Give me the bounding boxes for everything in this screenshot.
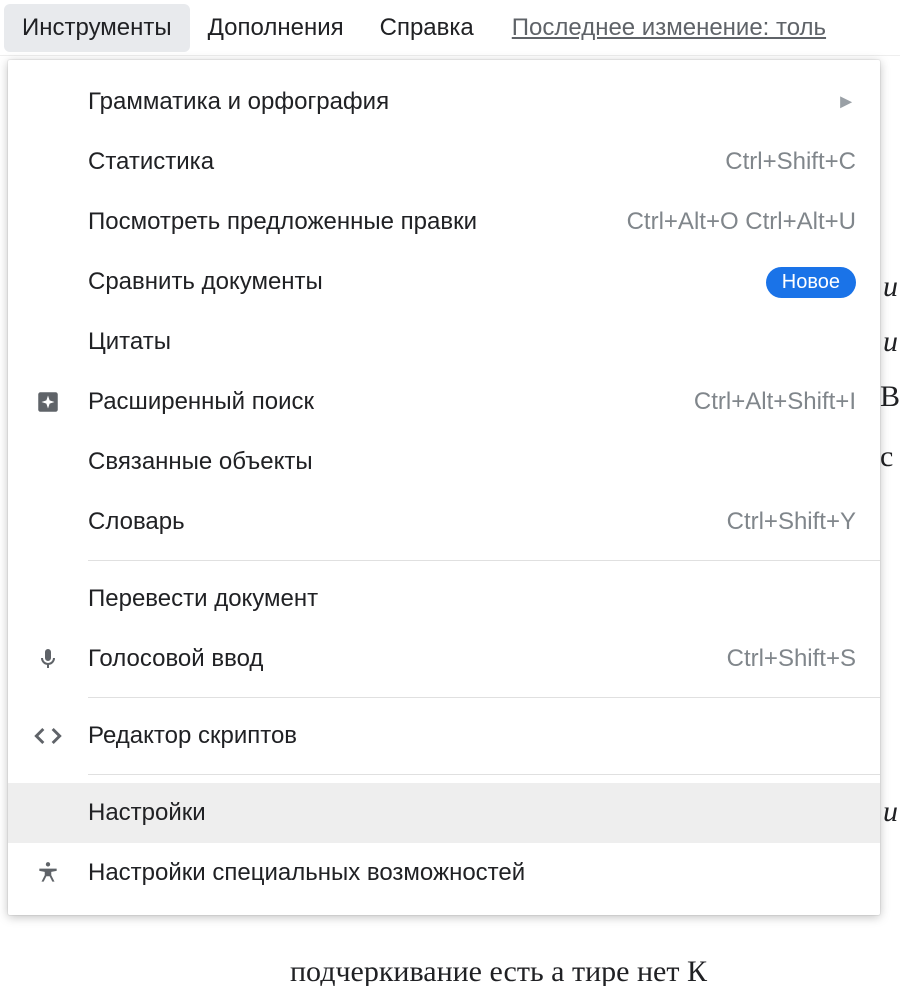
menubar: Инструменты Дополнения Справка Последнее… — [0, 0, 900, 56]
menu-translate[interactable]: Перевести документ — [8, 569, 880, 629]
menu-divider — [88, 774, 880, 775]
menu-label: Расширенный поиск — [88, 388, 314, 416]
tools-dropdown: Грамматика и орфография ► Статистика Ctr… — [8, 60, 880, 915]
shortcut: Ctrl+Shift+Y — [727, 508, 856, 536]
menu-label: Настройки — [88, 799, 206, 827]
bg-text: В — [880, 380, 900, 414]
code-icon — [8, 726, 88, 746]
bg-text: и — [883, 795, 898, 829]
menu-label: Перевести документ — [88, 585, 318, 613]
menu-label: Редактор скриптов — [88, 722, 297, 750]
menu-linked-objects[interactable]: Связанные объекты — [8, 432, 880, 492]
menu-compare-documents[interactable]: Сравнить документы Новое — [8, 252, 880, 312]
menu-grammar[interactable]: Грамматика и орфография ► — [8, 72, 880, 132]
new-badge: Новое — [766, 267, 856, 298]
menubar-tools[interactable]: Инструменты — [4, 4, 190, 52]
menu-script-editor[interactable]: Редактор скриптов — [8, 706, 880, 766]
menu-voice-input[interactable]: Голосовой ввод Ctrl+Shift+S — [8, 629, 880, 689]
shortcut: Ctrl+Alt+Shift+I — [694, 388, 856, 416]
menubar-addons[interactable]: Дополнения — [190, 4, 362, 52]
chevron-right-icon: ► — [836, 91, 856, 114]
bg-text: и — [883, 270, 898, 304]
menu-statistics[interactable]: Статистика Ctrl+Shift+C — [8, 132, 880, 192]
menu-explore[interactable]: Расширенный поиск Ctrl+Alt+Shift+I — [8, 372, 880, 432]
menubar-help[interactable]: Справка — [362, 4, 492, 52]
menu-divider — [88, 697, 880, 698]
menu-label: Грамматика и орфография — [88, 88, 389, 116]
menu-label: Голосовой ввод — [88, 645, 263, 673]
menu-label: Настройки специальных возможностей — [88, 859, 525, 887]
menu-label: Статистика — [88, 148, 214, 176]
last-edit-link[interactable]: Последнее изменение: толь — [512, 14, 826, 42]
microphone-icon — [8, 645, 88, 673]
menu-preferences[interactable]: Настройки — [8, 783, 880, 843]
menu-label: Цитаты — [88, 328, 171, 356]
shortcut: Ctrl+Alt+O Ctrl+Alt+U — [627, 208, 856, 236]
shortcut: Ctrl+Shift+S — [727, 645, 856, 673]
bg-text: подчеркивание есть а тире нет К — [290, 955, 707, 986]
menu-dictionary[interactable]: Словарь Ctrl+Shift+Y — [8, 492, 880, 552]
menu-label: Связанные объекты — [88, 448, 313, 476]
accessibility-icon — [8, 860, 88, 886]
menu-label: Словарь — [88, 508, 185, 536]
menu-review-suggestions[interactable]: Посмотреть предложенные правки Ctrl+Alt+… — [8, 192, 880, 252]
bg-text: и — [883, 325, 898, 359]
bg-text: с — [880, 440, 893, 474]
menu-label: Сравнить документы — [88, 268, 323, 296]
menu-divider — [88, 560, 880, 561]
explore-icon — [8, 389, 88, 415]
menu-citations[interactable]: Цитаты — [8, 312, 880, 372]
menu-label: Посмотреть предложенные правки — [88, 208, 477, 236]
shortcut: Ctrl+Shift+C — [725, 148, 856, 176]
menu-accessibility[interactable]: Настройки специальных возможностей — [8, 843, 880, 903]
